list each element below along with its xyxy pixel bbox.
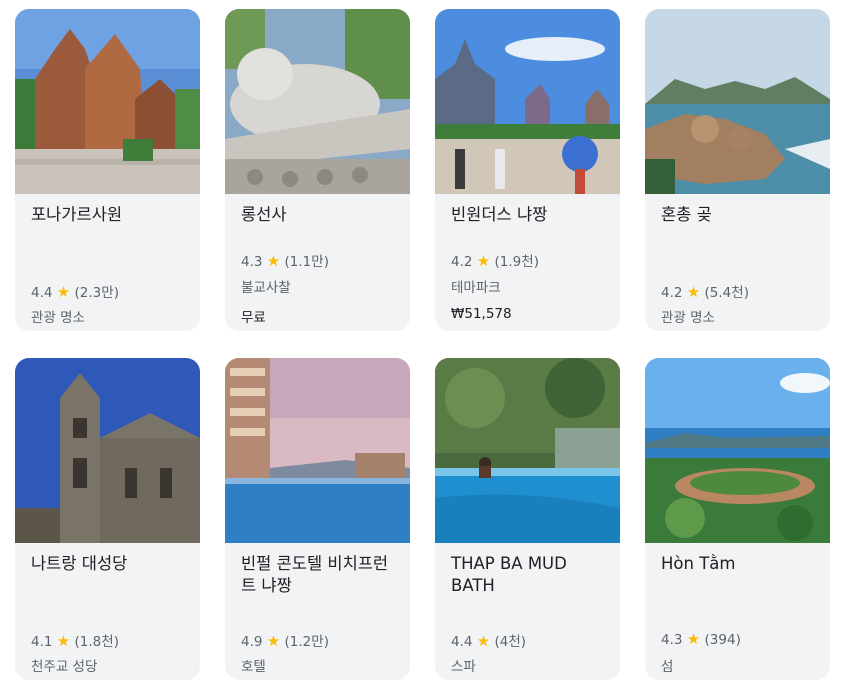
rating-value: 4.2 <box>451 254 473 270</box>
star-icon: ★ <box>56 283 71 301</box>
rating-value: 4.4 <box>451 634 473 650</box>
place-photo <box>225 9 410 194</box>
place-card-nha-trang-cathedral[interactable]: 나트랑 대성당 4.1 ★ (1.8천) 천주교 성당 <box>15 358 200 680</box>
review-count: (1.9천) <box>494 254 539 270</box>
place-title: 빈펄 콘도텔 비치프런트 냐짱 <box>241 554 389 595</box>
place-category: 호텔 <box>241 659 266 675</box>
place-category: 테마파크 <box>451 280 501 296</box>
place-title: 빈원더스 냐짱 <box>451 205 548 224</box>
place-photo <box>15 358 200 543</box>
place-price: ₩51,578 <box>451 306 512 322</box>
place-title: 포나가르사원 <box>31 205 123 224</box>
star-icon: ★ <box>686 283 701 301</box>
place-title: 나트랑 대성당 <box>31 554 128 573</box>
place-title: 혼총 곶 <box>661 205 712 224</box>
place-photo <box>15 9 200 194</box>
rating-value: 4.3 <box>241 254 263 270</box>
star-icon: ★ <box>266 632 281 650</box>
rating-value: 4.4 <box>31 285 53 301</box>
star-icon: ★ <box>56 632 71 650</box>
place-rating: 4.4 ★ (2.3만) <box>31 281 119 301</box>
place-rating: 4.2 ★ (1.9천) <box>451 250 539 270</box>
place-category: 스파 <box>451 659 476 675</box>
review-count: (1.2만) <box>284 634 329 650</box>
rating-value: 4.9 <box>241 634 263 650</box>
place-category: 관광 명소 <box>661 310 715 326</box>
review-count: (2.3만) <box>74 285 119 301</box>
place-rating: 4.4 ★ (4천) <box>451 630 526 650</box>
place-category: 관광 명소 <box>31 310 85 326</box>
place-price: 무료 <box>241 310 266 326</box>
place-card-hon-tam[interactable]: Hòn Tằm 4.3 ★ (394) 섬 <box>645 358 830 680</box>
star-icon: ★ <box>266 252 281 270</box>
place-rating: 4.1 ★ (1.8천) <box>31 630 119 650</box>
place-title: Hòn Tằm <box>661 554 736 573</box>
place-card-hon-chong[interactable]: 혼총 곶 4.2 ★ (5.4천) 관광 명소 <box>645 9 830 331</box>
place-category: 천주교 성당 <box>31 659 98 675</box>
place-photo <box>225 358 410 543</box>
place-title: 롱선사 <box>241 205 287 224</box>
review-count: (1.8천) <box>74 634 119 650</box>
place-category: 섬 <box>661 659 674 675</box>
place-photo <box>435 9 620 194</box>
star-icon: ★ <box>686 630 701 648</box>
star-icon: ★ <box>476 632 491 650</box>
place-card-thap-ba-mud-bath[interactable]: THAP BA MUD BATH 4.4 ★ (4천) 스파 <box>435 358 620 680</box>
place-rating: 4.9 ★ (1.2만) <box>241 630 329 650</box>
place-rating: 4.3 ★ (394) <box>661 630 741 648</box>
review-count: (1.1만) <box>284 254 329 270</box>
review-count: (4천) <box>494 634 527 650</box>
place-card-vinwonders[interactable]: 빈원더스 냐짱 4.2 ★ (1.9천) 테마파크 ₩51,578 <box>435 9 620 331</box>
place-photo <box>645 9 830 194</box>
rating-value: 4.3 <box>661 632 683 648</box>
rating-value: 4.2 <box>661 285 683 301</box>
place-card-po-nagar[interactable]: 포나가르사원 4.4 ★ (2.3만) 관광 명소 <box>15 9 200 331</box>
place-photo <box>435 358 620 543</box>
star-icon: ★ <box>476 252 491 270</box>
review-count: (394) <box>704 632 741 648</box>
place-card-vinpearl-condotel[interactable]: 빈펄 콘도텔 비치프런트 냐짱 4.9 ★ (1.2만) 호텔 <box>225 358 410 680</box>
place-rating: 4.3 ★ (1.1만) <box>241 250 329 270</box>
rating-value: 4.1 <box>31 634 53 650</box>
place-title: THAP BA MUD BATH <box>451 554 567 595</box>
review-count: (5.4천) <box>704 285 749 301</box>
place-card-long-son[interactable]: 롱선사 4.3 ★ (1.1만) 불교사찰 무료 <box>225 9 410 331</box>
place-category: 불교사찰 <box>241 280 291 296</box>
place-rating: 4.2 ★ (5.4천) <box>661 281 749 301</box>
place-photo <box>645 358 830 543</box>
